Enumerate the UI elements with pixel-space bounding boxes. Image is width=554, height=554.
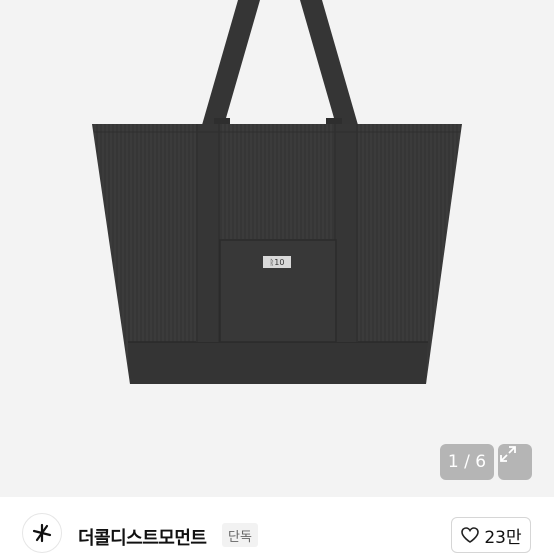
image-counter: 1 / 6 [440,444,494,480]
svg-text:ᚱ10: ᚱ10 [270,258,285,267]
front-pocket [219,239,337,343]
right-handle [300,0,358,125]
expand-icon [500,446,516,462]
expand-button[interactable] [498,444,532,480]
star-logo-icon [32,523,52,543]
left-handle [202,0,260,125]
brand-name[interactable]: 더콜디스트모먼트 [78,524,207,550]
heart-icon [461,527,480,543]
like-count: 23만 [484,527,522,548]
brand-row: 더콜디스트모먼트 단독 23만 [0,497,554,554]
exclusive-badge: 단독 [222,523,258,547]
product-image[interactable]: ᚱ10 1 / 6 [0,0,554,497]
like-button[interactable]: 23만 [451,517,531,553]
brand-logo[interactable] [22,513,62,553]
tote-bag-illustration: ᚱ10 [92,0,462,384]
